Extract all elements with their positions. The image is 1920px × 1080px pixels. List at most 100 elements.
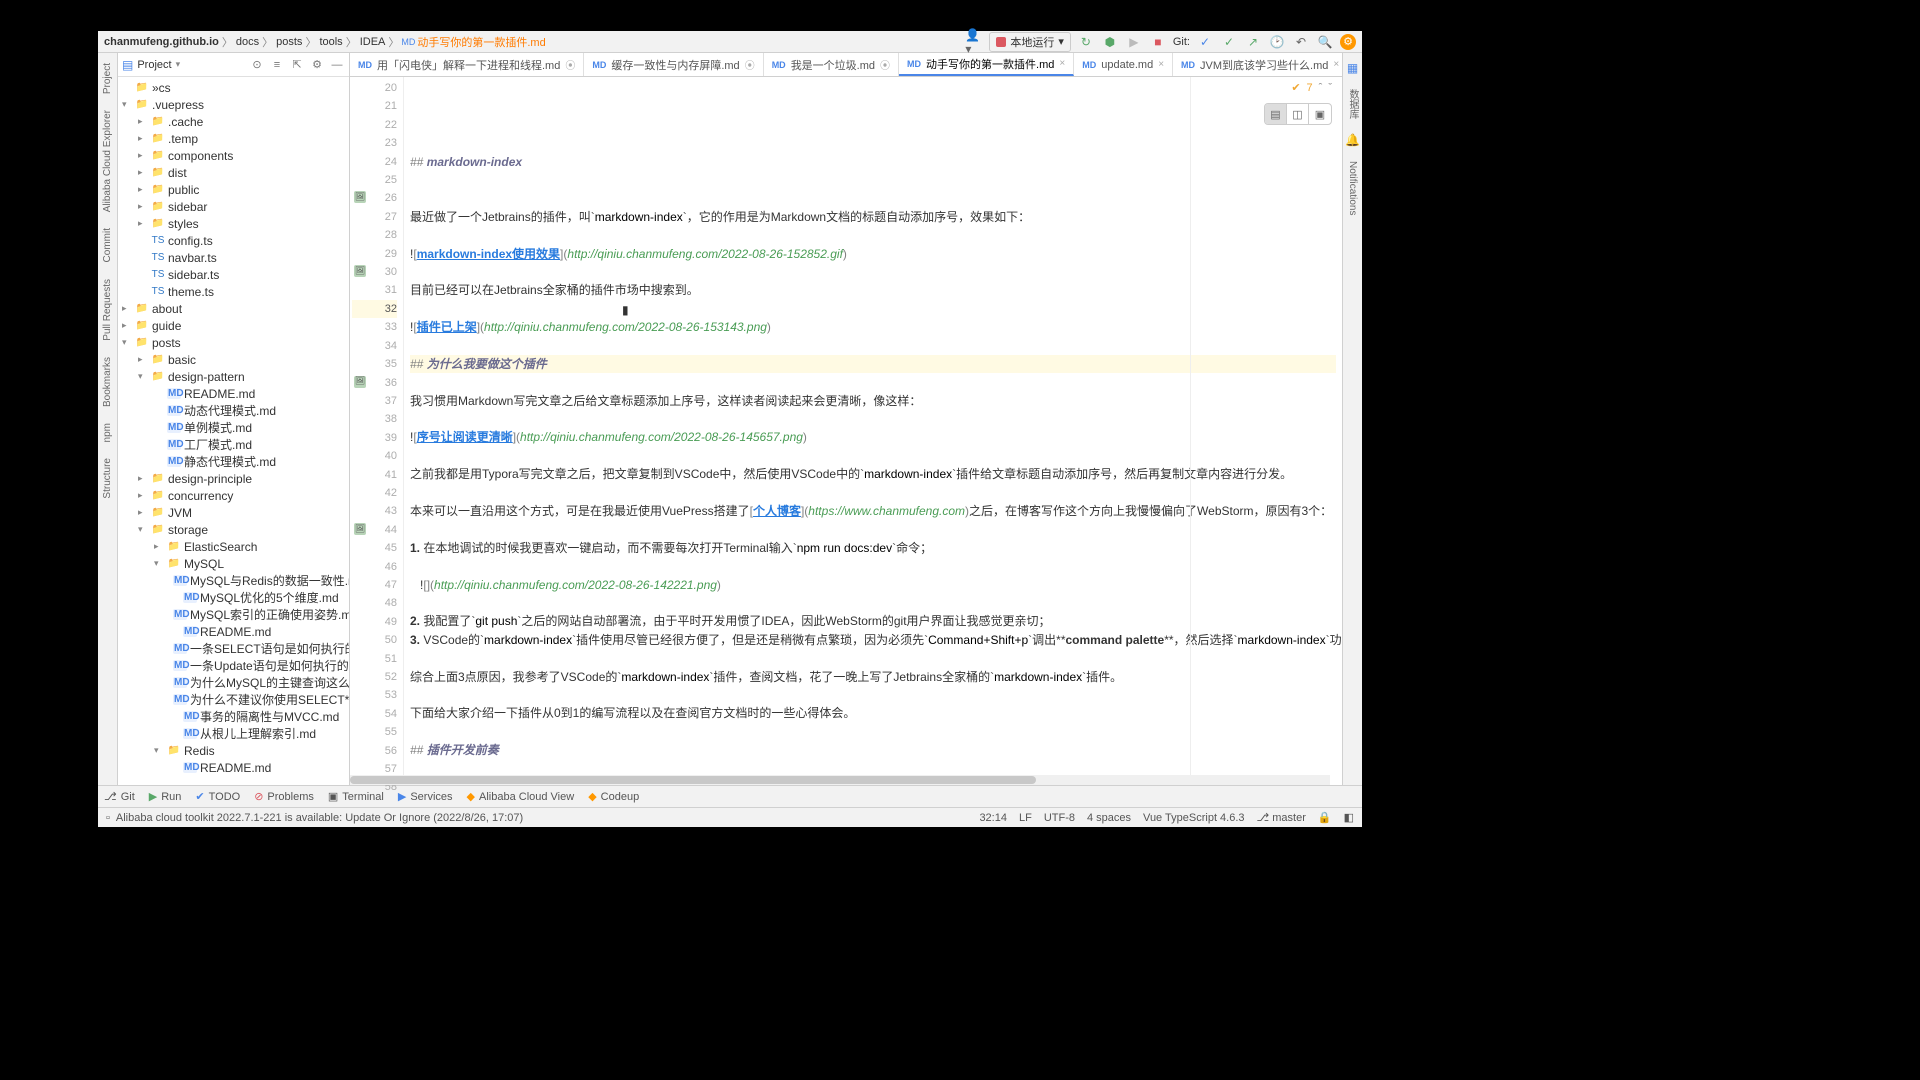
- code-line[interactable]: 1. 在本地调试的时候我更喜欢一键启动，而不需要每次打开Terminal输入`n…: [410, 539, 1336, 557]
- tree-twistie[interactable]: ▾: [138, 371, 148, 382]
- gutter-line[interactable]: 27: [352, 208, 397, 226]
- tree-item[interactable]: MDMySQL与Redis的数据一致性.md: [118, 572, 349, 589]
- gutter-line[interactable]: 25: [352, 171, 397, 189]
- tree-item[interactable]: MD从根儿上理解索引.md: [118, 725, 349, 742]
- tree-item[interactable]: ▸📁.temp: [118, 130, 349, 147]
- pin-icon[interactable]: ⦿: [745, 57, 755, 72]
- coverage-button[interactable]: ▶: [1125, 33, 1143, 51]
- gutter-line[interactable]: 45: [352, 539, 397, 557]
- image-gutter-icon[interactable]: 🖼: [354, 523, 366, 535]
- stop-button[interactable]: ■: [1149, 33, 1167, 51]
- gutter-line[interactable]: 29: [352, 245, 397, 263]
- git-history-button[interactable]: 🕑: [1268, 33, 1286, 51]
- code-line[interactable]: [410, 337, 1336, 355]
- code-line[interactable]: 我习惯用Markdown写完文章之后给文章标题添加上序号，这样读者阅读起来会更清…: [410, 392, 1336, 410]
- prev-highlight-icon[interactable]: ˆ: [1319, 82, 1323, 94]
- cursor-position[interactable]: 32:14: [979, 812, 1007, 824]
- code-line[interactable]: ![插件已上架](http://qiniu.chanmufeng.com/202…: [410, 318, 1336, 336]
- tree-twistie[interactable]: ▸: [138, 473, 148, 484]
- code-line[interactable]: [410, 373, 1336, 391]
- tree-item[interactable]: ▸📁guide: [118, 317, 349, 334]
- gutter-line[interactable]: 53: [352, 686, 397, 704]
- git-push-button[interactable]: ↗: [1244, 33, 1262, 51]
- tool-todo[interactable]: ✔TODO: [195, 790, 240, 803]
- rail-alibaba[interactable]: Alibaba Cloud Explorer: [102, 110, 113, 212]
- tree-item[interactable]: TSconfig.ts: [118, 232, 349, 249]
- code-line[interactable]: 2. 我配置了`git push`之后的网站自动部署流，由于平时开发用惯了IDE…: [410, 612, 1336, 630]
- gutter-line[interactable]: 28: [352, 226, 397, 244]
- code-area[interactable]: ## markdown-index最近做了一个Jetbrains的插件，叫`ma…: [404, 77, 1342, 785]
- editor-tab[interactable]: MD缓存一致性与内存屏障.md⦿: [584, 53, 763, 76]
- tree-twistie[interactable]: ▸: [138, 201, 148, 212]
- code-line[interactable]: ## 插件开发前奏: [410, 741, 1336, 759]
- gutter-line[interactable]: 43: [352, 502, 397, 520]
- memory-indicator-icon[interactable]: ◧: [1344, 811, 1354, 824]
- editor-only-view[interactable]: ▤: [1265, 104, 1287, 124]
- rail-notifications[interactable]: Notifications: [1347, 161, 1358, 215]
- tree-item[interactable]: MD动态代理模式.md: [118, 402, 349, 419]
- next-highlight-icon[interactable]: ˇ: [1328, 82, 1332, 94]
- settings-icon[interactable]: ⚙: [309, 57, 325, 73]
- expand-all-icon[interactable]: ≡: [269, 57, 285, 73]
- gutter-line[interactable]: 52: [352, 668, 397, 686]
- tree-item[interactable]: ▸📁ElasticSearch: [118, 538, 349, 555]
- gutter-line[interactable]: 41: [352, 466, 397, 484]
- language-service[interactable]: Vue TypeScript 4.6.3: [1143, 812, 1245, 824]
- rail-project[interactable]: Project: [102, 63, 113, 94]
- project-label[interactable]: Project: [137, 59, 171, 71]
- code-line[interactable]: [410, 226, 1336, 244]
- gutter-line[interactable]: 56: [352, 742, 397, 760]
- rail-npm[interactable]: npm: [102, 423, 113, 442]
- tree-item[interactable]: MD事务的隔离性与MVCC.md: [118, 708, 349, 725]
- image-gutter-icon[interactable]: 🖼: [354, 265, 366, 277]
- tree-twistie[interactable]: ▸: [138, 150, 148, 161]
- gutter-line[interactable]: 20: [352, 79, 397, 97]
- tree-item[interactable]: ▸📁design-principle: [118, 470, 349, 487]
- project-tree[interactable]: 📁»cs▾📁.vuepress▸📁.cache▸📁.temp▸📁componen…: [118, 77, 349, 785]
- code-line[interactable]: 下面给大家介绍一下插件从0到1的编写流程以及在查阅官方文档时的一些心得体会。: [410, 704, 1336, 722]
- code-line[interactable]: [410, 594, 1336, 612]
- gutter-line[interactable]: 35: [352, 355, 397, 373]
- code-line[interactable]: 本来可以一直沿用这个方式，可是在我最近使用VuePress搭建了[个人博客](h…: [410, 502, 1336, 520]
- gutter-line[interactable]: 44🖼: [352, 521, 397, 539]
- tree-twistie[interactable]: ▾: [154, 745, 164, 756]
- editor-tab[interactable]: MDJVM到底该学习些什么.md×: [1173, 53, 1342, 76]
- tree-twistie[interactable]: ▸: [138, 133, 148, 144]
- tree-twistie[interactable]: ▸: [138, 354, 148, 365]
- tree-twistie[interactable]: ▸: [138, 490, 148, 501]
- tree-item[interactable]: ▸📁public: [118, 181, 349, 198]
- tree-item[interactable]: MD单例模式.md: [118, 419, 349, 436]
- code-line[interactable]: [410, 484, 1336, 502]
- image-gutter-icon[interactable]: 🖼: [354, 191, 366, 203]
- breadcrumb-item[interactable]: posts: [276, 36, 302, 48]
- code-line[interactable]: [410, 263, 1336, 281]
- tree-item[interactable]: ▸📁components: [118, 147, 349, 164]
- indent[interactable]: 4 spaces: [1087, 812, 1131, 824]
- code-line[interactable]: 目前已经可以在Jetbrains全家桶的插件市场中搜索到。: [410, 281, 1336, 299]
- tool-codeup[interactable]: ◆Codeup: [588, 790, 639, 803]
- gutter-line[interactable]: 54: [352, 705, 397, 723]
- status-icon[interactable]: ▫: [106, 812, 110, 824]
- preview-only-view[interactable]: ▣: [1309, 104, 1331, 124]
- tree-item[interactable]: MD一条Update语句是如何执行的.md: [118, 657, 349, 674]
- chevron-down-icon[interactable]: ▾: [176, 59, 181, 70]
- close-icon[interactable]: ×: [1333, 59, 1339, 70]
- tree-twistie[interactable]: ▾: [138, 524, 148, 535]
- tree-item[interactable]: TSsidebar.ts: [118, 266, 349, 283]
- editor-tab[interactable]: MDupdate.md×: [1074, 53, 1173, 76]
- close-icon[interactable]: ×: [1059, 58, 1065, 69]
- code-line[interactable]: [410, 134, 1336, 152]
- horizontal-scrollbar[interactable]: [350, 775, 1330, 785]
- breadcrumb-root[interactable]: chanmufeng.github.io: [104, 36, 219, 48]
- tree-twistie[interactable]: ▾: [122, 99, 132, 110]
- tree-item[interactable]: ▸📁JVM: [118, 504, 349, 521]
- editor-tab[interactable]: MD用「闪电侠」解释一下进程和线程.md⦿: [350, 53, 584, 76]
- scrollbar-thumb[interactable]: [350, 776, 1036, 784]
- tree-item[interactable]: ▸📁concurrency: [118, 487, 349, 504]
- tree-item[interactable]: MD为什么不建议你使用SELECT*.md: [118, 691, 349, 708]
- gutter-line[interactable]: 39: [352, 429, 397, 447]
- tree-twistie[interactable]: ▸: [138, 116, 148, 127]
- tree-item[interactable]: ▸📁basic: [118, 351, 349, 368]
- tool-alibaba-cloud[interactable]: ◆Alibaba Cloud View: [467, 790, 575, 803]
- run-button[interactable]: ↻: [1077, 33, 1095, 51]
